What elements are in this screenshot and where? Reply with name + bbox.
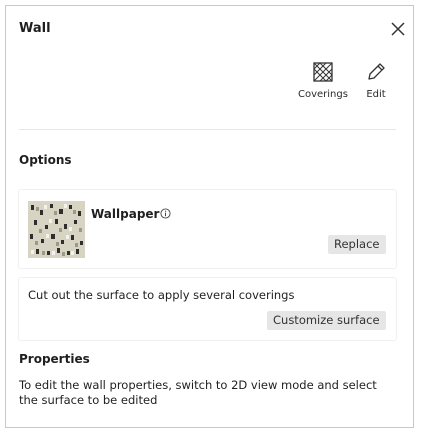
customize-card: Cut out the surface to apply several cov… [19, 278, 396, 340]
wallpaper-thumbnail[interactable] [28, 201, 85, 258]
info-icon[interactable] [160, 208, 171, 219]
divider [19, 129, 396, 130]
properties-heading: Properties [19, 352, 90, 366]
coverings-button[interactable]: Coverings [298, 61, 348, 100]
coverings-label: Coverings [298, 89, 348, 100]
customize-surface-button[interactable]: Customize surface [267, 311, 386, 330]
hatched-square-icon [313, 62, 333, 82]
edit-button[interactable]: Edit [365, 61, 387, 100]
edit-label: Edit [366, 89, 386, 100]
options-heading: Options [19, 153, 72, 167]
replace-button[interactable]: Replace [328, 235, 386, 254]
wallpaper-card: Wallpaper Replace [19, 190, 396, 268]
properties-description: To edit the wall properties, switch to 2… [19, 378, 377, 407]
customize-description: Cut out the surface to apply several cov… [28, 288, 295, 302]
close-icon[interactable] [389, 20, 407, 38]
wall-panel: Wall Coverings Edit Options Wallpaper Re… [5, 5, 414, 428]
pencil-icon [368, 63, 385, 80]
panel-title: Wall [19, 21, 51, 36]
wallpaper-name: Wallpaper [91, 207, 160, 221]
